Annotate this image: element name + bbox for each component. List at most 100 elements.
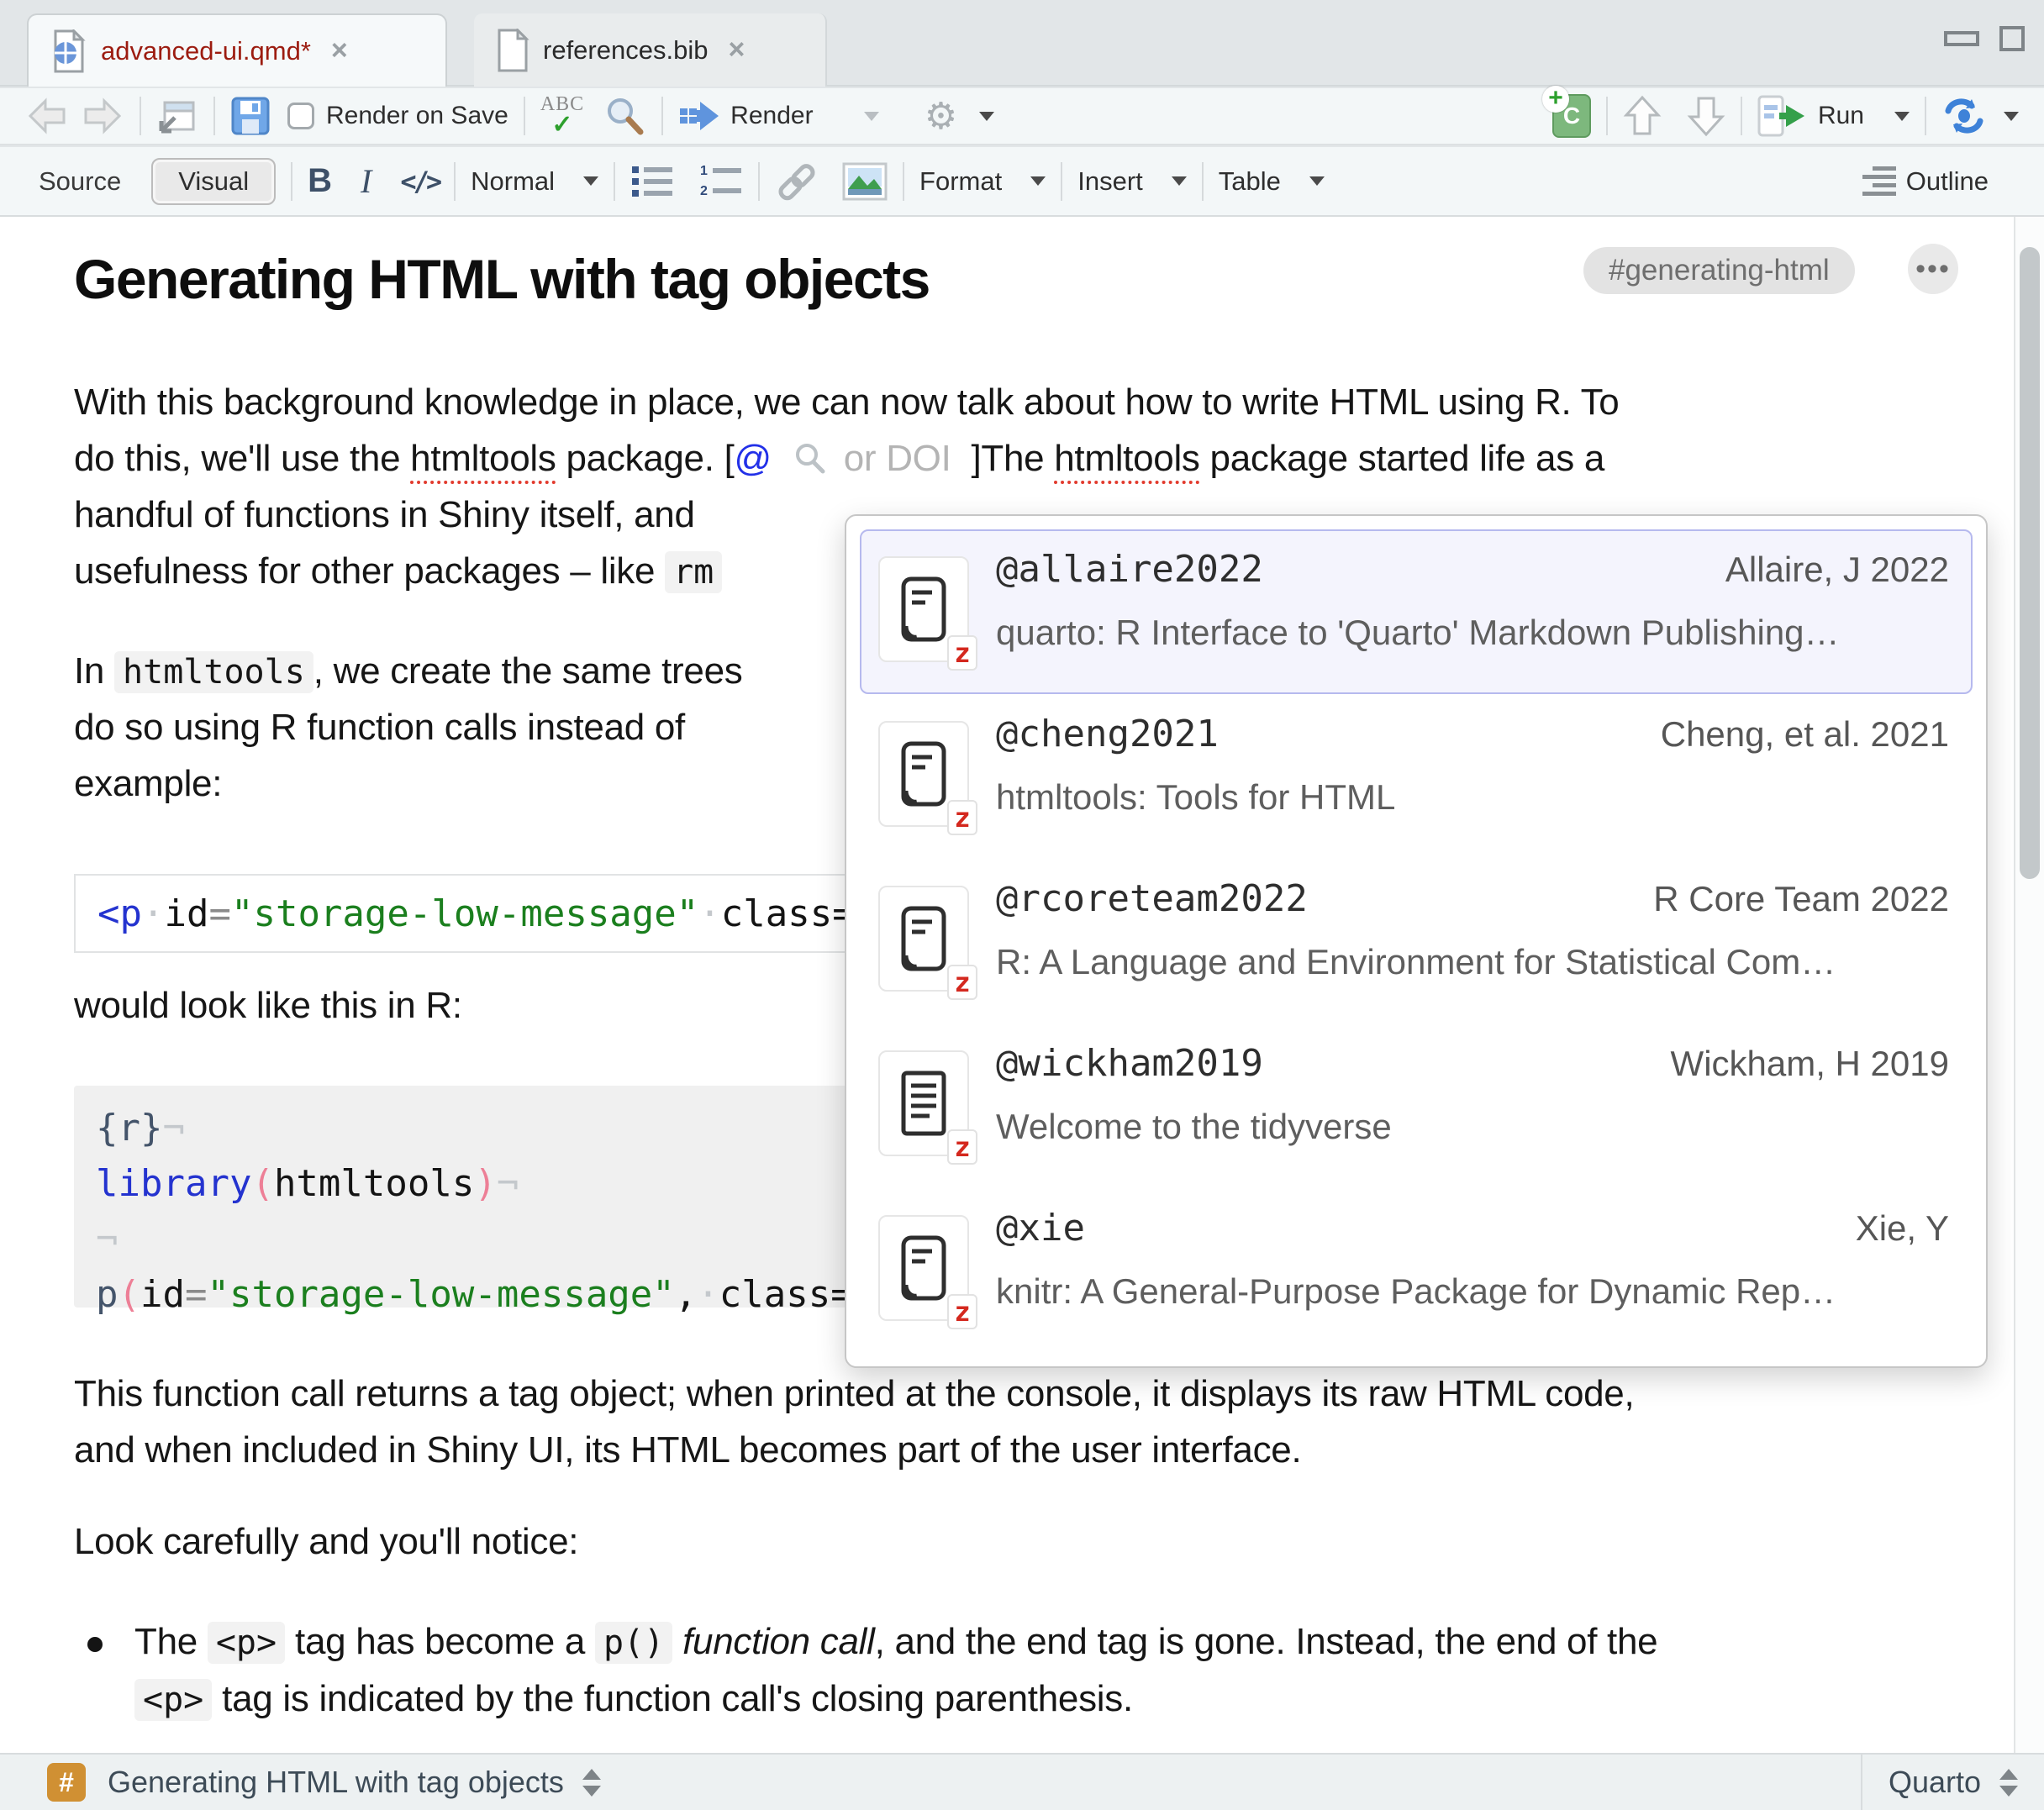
separator [454,162,456,201]
italic-icon[interactable]: I [361,161,371,201]
quarto-file-icon [50,29,87,73]
close-tab-icon[interactable]: × [331,34,348,67]
bold-icon[interactable]: B [308,162,332,200]
vertical-scrollbar[interactable] [2014,217,2044,1753]
popout-window-icon[interactable] [156,96,198,136]
close-tab-icon[interactable]: × [728,34,745,66]
numbered-list-icon[interactable]: 1 2 [699,163,743,200]
bullet-list-icon[interactable] [630,163,674,200]
citation-icon-box: z [878,1050,969,1156]
run-label: Run [1818,102,1864,130]
render-label: Render [730,102,813,130]
save-icon[interactable] [230,96,271,136]
maximize-window-icon[interactable] [1999,25,2026,52]
book-icon [897,1234,951,1302]
paragraph-line: would look like this in R: [74,985,462,1027]
citation-title: R: A Language and Environment for Statis… [996,942,1949,982]
book-icon [897,576,951,643]
rerun-source-icon[interactable] [1941,96,1987,136]
citation-item[interactable]: z @xie Xie, Y knitr: A General-Purpose P… [860,1188,1973,1353]
rerun-dropdown-icon[interactable] [2004,112,2019,121]
insert-chunk-button[interactable]: +C [1552,94,1591,138]
options-dropdown-icon[interactable] [979,112,994,121]
forward-icon[interactable] [81,97,124,134]
run-previous-icon[interactable] [1623,95,1662,137]
paragraph-line: handful of functions in Shiny itself, an… [74,494,695,536]
separator [291,162,292,201]
outline-toggle[interactable]: Outline [1861,165,1989,198]
tab-label: references.bib [543,35,708,66]
source-mode-button[interactable]: Source [39,166,121,197]
visual-editor-canvas[interactable]: Generating HTML with tag objects #genera… [0,217,2044,1753]
minimize-window-icon[interactable] [1943,26,1980,51]
article-icon [897,1070,951,1137]
misspelled-word: htmltools [410,438,556,479]
status-bar: # Generating HTML with tag objects Quart… [0,1753,2044,1810]
citation-author: Wickham, H 2019 [1671,1044,1949,1084]
run-dropdown-icon [1894,112,1910,121]
book-icon [897,905,951,972]
inline-code: p() [595,1622,672,1664]
chevron-down-icon [1172,176,1187,186]
link-icon[interactable] [775,162,819,201]
separator [1061,162,1062,201]
section-anchor-badge: #generating-html [1583,247,1855,294]
citation-icon-box: z [878,886,969,992]
section-nav-icon[interactable] [582,1769,601,1797]
italic-text: function call [682,1621,874,1662]
citation-item[interactable]: z @wickham2019 Wickham, H 2019 Welcome t… [860,1023,1973,1188]
tab-advanced-ui-qmd[interactable]: advanced-ui.qmd* × [27,13,447,87]
run-button[interactable]: Run [1757,95,1910,137]
document-format-selector[interactable]: Quarto [1861,1755,2044,1810]
citation-item[interactable]: z @allaire2022 Allaire, J 2022 quarto: R… [860,529,1973,694]
separator [1925,97,1926,135]
scrollbar-thumb[interactable] [2020,247,2040,879]
visual-mode-button[interactable]: Visual [151,158,276,205]
citation-search-icon [793,442,827,476]
render-button[interactable]: Render [678,98,813,134]
separator [524,97,525,135]
chevron-down-icon [1309,176,1325,186]
zotero-badge: z [947,965,977,1000]
spellcheck-icon[interactable]: ABC✓ [540,96,584,137]
paragraph-line: do this, we'll use the htmltools package… [74,438,1604,480]
heading-hash-icon: # [47,1763,86,1802]
back-icon[interactable] [25,97,69,134]
separator [614,162,615,201]
search-icon[interactable] [603,94,646,138]
table-menu[interactable]: Table [1219,166,1325,197]
separator [903,162,904,201]
book-icon [897,740,951,808]
render-on-save-checkbox[interactable] [287,103,314,129]
svg-text:1: 1 [700,164,708,178]
citation-item[interactable]: z @rcoreteam2022 R Core Team 2022 R: A L… [860,859,1973,1023]
inline-code: rm [665,551,722,593]
citation-title: htmltools: Tools for HTML [996,777,1949,818]
citation-item[interactable]: z @cheng2021 Cheng, et al. 2021 htmltool… [860,694,1973,859]
insert-menu[interactable]: Insert [1077,166,1187,197]
citation-title: knitr: A General-Purpose Package for Dyn… [996,1271,1949,1312]
paragraph-style-dropdown[interactable]: Normal [471,166,598,197]
image-icon[interactable] [842,162,888,201]
citation-title: Welcome to the tidyverse [996,1107,1949,1147]
citation-icon-box: z [878,721,969,827]
run-next-icon[interactable] [1687,95,1725,137]
page-title: Generating HTML with tag objects [74,247,930,311]
paragraph-line: Look carefully and you'll notice: [74,1521,578,1563]
citation-id: @rcoreteam2022 [996,877,1308,920]
svg-text:2: 2 [700,184,708,198]
more-options-button[interactable]: ••• [1908,244,1958,294]
render-dropdown-icon[interactable] [864,112,879,121]
separator [1606,97,1608,135]
gear-icon[interactable]: ⚙ [925,95,957,138]
paragraph-line: usefulness for other packages – like rm [74,550,722,592]
format-menu[interactable]: Format [919,166,1046,197]
paragraph-line: In htmltools, we create the same trees [74,650,742,692]
file-icon [496,29,529,72]
inline-code: <p> [208,1622,285,1664]
outline-location-label[interactable]: Generating HTML with tag objects [108,1765,564,1800]
format-selector-icon [1999,1769,2018,1797]
code-icon[interactable]: </> [400,166,439,197]
citation-id: @cheng2021 [996,713,1219,755]
tab-references-bib[interactable]: references.bib × [474,13,827,87]
